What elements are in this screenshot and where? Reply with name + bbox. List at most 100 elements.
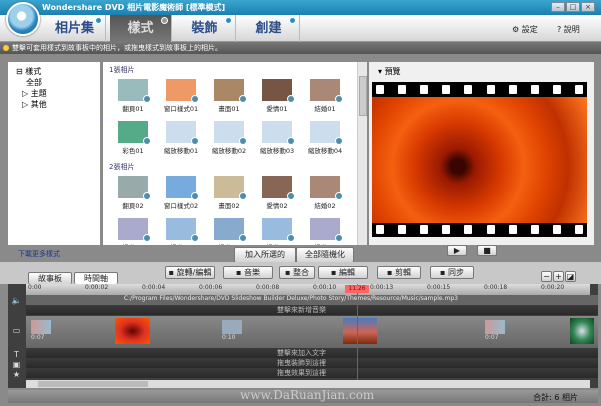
tab-storyboard[interactable]: 故事板 [28,272,72,284]
timeline-clip-flower[interactable] [115,318,150,344]
scroll-thumb[interactable] [38,381,148,387]
help-label: 說明 [563,25,580,34]
tree-item-theme[interactable]: ▷ 主題 [16,88,92,99]
style-item[interactable]: 縮放移動02 [205,117,253,159]
style-thumbnail [166,121,199,145]
ruler-tick-label: 0:00:15 [427,284,451,291]
style-thumbnail [310,218,343,242]
zoom-out-icon[interactable]: − [541,271,552,282]
text-track-icon: T [14,350,19,359]
collapse-icon[interactable]: ▾ [378,67,382,76]
tab-label: 樣式 [127,21,154,36]
style-item[interactable]: 畫面01 [205,75,253,117]
timeline-clip-canyon[interactable] [343,318,377,344]
style-item[interactable]: 窗口樣式02 [157,172,205,214]
style-item[interactable]: 窗口樣式01 [157,75,205,117]
play-button[interactable]: ▶ [447,245,467,256]
tab-timeline[interactable]: 時間軸 [74,272,118,284]
style-item[interactable]: 結婚01 [301,75,349,117]
audio-track-icon: 🔈 [11,296,22,305]
style-item[interactable]: 翻頁01 [109,75,157,117]
plus-icon [289,17,296,24]
style-item[interactable]: 縮放移動01 [157,117,205,159]
hint-bar: 雙擊可套用樣式到故事板中的相片，或拖曳樣式到故事板上的相片。 [0,42,601,54]
style-item[interactable]: 愛情02 [253,172,301,214]
style-name: 彩色01 [122,147,144,155]
timeline-clip[interactable]: 0:10 [222,320,242,341]
ruler-tick-label: 0:00:08 [256,284,280,291]
zoom-in-icon[interactable]: + [553,271,564,282]
style-item[interactable]: 滑動03 [205,214,253,245]
music-track[interactable]: 雙擊來新增音樂 [26,305,598,315]
decoration-track[interactable]: 拖曳裝飾到這裡 [26,358,598,368]
scroll-thumb[interactable] [359,76,367,116]
tree-item-styles[interactable]: ⊟ 樣式 [16,66,92,77]
style-item[interactable]: 縮放移動04 [301,117,349,159]
style-name: 滑動02 [170,244,191,245]
style-item[interactable]: 愛情01 [253,75,301,117]
plus-icon [95,17,102,24]
timeline-clip[interactable]: 0:07 [485,320,505,341]
style-thumbnail [262,79,295,103]
app-logo-icon [6,2,40,36]
style-item[interactable]: 滑動05 [301,214,349,245]
toolbar-button-3[interactable]: ▪ 編輯 [318,266,368,279]
tab-decorate[interactable]: 裝飾 [174,15,236,42]
video-track-icon: ▭ [12,326,21,335]
playhead[interactable] [357,284,358,380]
style-thumbnail [262,218,295,242]
add-selected-button[interactable]: 加入所選的 [234,247,296,263]
effect-track[interactable]: 拖曳效果到這裡 [26,368,598,378]
time-ruler[interactable]: 0:00 0:00:02 0:00:04 0:00:06 0:00:08 0:00:10 0… [26,284,590,295]
style-item[interactable]: 彩色01 [109,117,157,159]
style-item[interactable]: 結婚02 [301,172,349,214]
style-name: 滑動04 [266,244,287,245]
total-photos: 合計: 6 相片 [533,393,578,402]
help-icon: ? [557,25,562,34]
photo-count-badge [239,137,247,145]
tree-item-all[interactable]: 全部 [16,77,92,88]
help-button[interactable]: ? 說明 [557,24,580,35]
style-item[interactable]: 縮放移動03 [253,117,301,159]
style-item[interactable]: 滑動02 [157,214,205,245]
fit-icon[interactable]: ◪ [565,271,576,282]
close-button[interactable]: × [581,2,595,12]
photo-count-badge [191,95,199,103]
toolbar-button-2[interactable]: ▪ 整合 [279,266,315,279]
toolbar-button-0[interactable]: ▪ 旋轉/編輯 [165,266,215,279]
randomize-all-button[interactable]: 全部隨機化 [296,247,354,263]
timeline-clip[interactable]: 0:07 [31,320,51,341]
toolbar-button-5[interactable]: ▪ 同步 [430,266,474,279]
video-track[interactable] [26,316,598,348]
clip-duration: 0:10 [222,334,236,341]
photo-count-badge [287,95,295,103]
tree-item-other[interactable]: ▷ 其他 [16,99,92,110]
toolbar-button-1[interactable]: ▪ 音樂 [223,266,273,279]
style-item[interactable]: 翻頁02 [109,172,157,214]
timeline-clip-flowers[interactable] [570,318,594,344]
timeline-scrollbar[interactable] [26,380,590,388]
settings-button[interactable]: ⚙ 設定 [512,24,538,35]
style-thumbnail [310,176,343,200]
toolbar-label: 編輯 [338,268,355,277]
stop-button[interactable]: ■ [477,245,497,256]
download-more-styles-link[interactable]: 下載更多樣式 [18,249,60,259]
text-track[interactable]: 雙擊來加入文字 [26,348,598,358]
clip-duration: 0:07 [485,334,499,341]
styles-scrollbar[interactable] [357,62,367,245]
style-item[interactable]: 畫面02 [205,172,253,214]
ruler-tick-label: 0:00 [28,284,42,291]
tab-styles[interactable]: 樣式 [110,15,172,42]
toolbar-button-4[interactable]: ▪ 剪輯 [377,266,421,279]
style-row: 彩色01 縮放移動01 縮放移動02 縮放移動03 縮放移動04 [103,117,357,159]
style-item[interactable]: 滑動01 [109,214,157,245]
audio-path: C:/Program Files/Wondershare/DVD Slidesh… [26,295,598,305]
tab-create[interactable]: 創建 [238,15,300,42]
minimize-button[interactable]: – [551,2,565,12]
style-thumbnail [166,218,199,242]
maximize-button[interactable]: □ [566,2,580,12]
tab-photos[interactable]: 相片集 [44,15,106,42]
style-name: 窗口樣式02 [163,202,199,210]
style-item[interactable]: 滑動04 [253,214,301,245]
photo-count-badge [239,234,247,242]
